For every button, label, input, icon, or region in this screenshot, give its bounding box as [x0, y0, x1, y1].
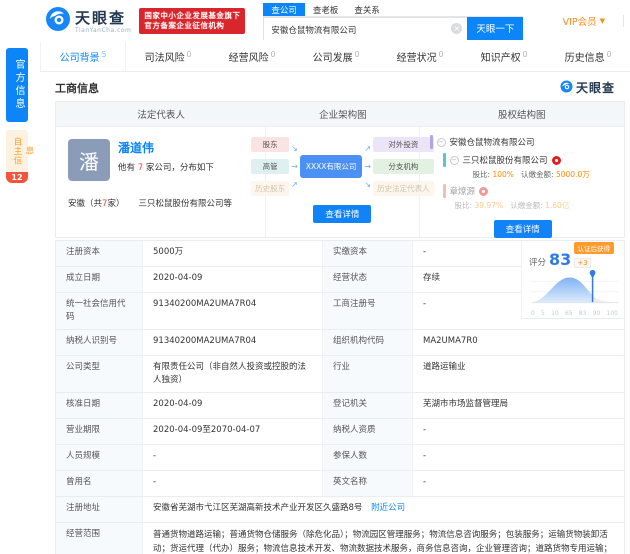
enterprise-structure-diagram: 股东 高管 历史股东 ↘ → ↗ XXXX有限公司 ↗ → — [266, 127, 419, 237]
search-tab-boss[interactable]: 查老板 — [305, 3, 347, 16]
score-delta: +3 — [574, 258, 590, 268]
registered-address: 安徽省芜湖市弋江区芜湖高新技术产业开发区久盛路8号 — [153, 503, 362, 513]
score-axis-ticks: 0510658390100 — [529, 310, 620, 317]
region-stat[interactable]: 安徽（共7家） — [68, 197, 124, 209]
side-tab-self-info[interactable]: 自主信息 — [6, 130, 28, 172]
table-row: 公司类型 有限责任公司（非自然人投资或控股的法人独资） 行业 道路运输业 — [56, 356, 624, 393]
chevron-down-icon: ▼ — [600, 17, 605, 25]
arrow-icon: ↘ — [364, 180, 371, 189]
floating-side-tabs: 官方信息 自主信息 12 — [6, 48, 28, 183]
company-logo-icon — [552, 156, 561, 165]
tab-intellectual-property[interactable]: 知识产权0 — [462, 42, 546, 71]
legal-representative-header: 法定代表人 — [56, 102, 266, 126]
tab-judicial-risk[interactable]: 司法风险0 — [126, 42, 210, 71]
equity-root-bar — [430, 135, 433, 149]
equity-structure-header: 股权结构图 — [420, 102, 624, 126]
tab-operating-risk[interactable]: 经营风险0 — [210, 42, 294, 71]
self-info-count-badge: 12 — [6, 172, 28, 183]
center-company-node[interactable]: XXXX有限公司 — [300, 155, 363, 178]
table-row: 核准日期 2020-04-09 登记机关 芜湖市市场监督管理局 — [56, 393, 624, 419]
node-executives[interactable]: 高管 — [251, 159, 289, 174]
company-score-card[interactable]: 认证后获得 评分 83 +3 — [521, 241, 624, 319]
registration-info-table: 注册资本 5000万 实缴资本 - 成立日期 2020-04-09 经营状态 存… — [55, 240, 625, 554]
top-bar: 天眼查 TianYanCha.com 国家中小企业发展基金旗下 官方备案企业征信… — [0, 0, 630, 42]
arrow-icon: ↗ — [291, 180, 298, 189]
legal-representative-card: 潘 潘道伟 他有 7 家公司，分布如下 安徽（共7家） 三只松鼠股份有限 — [56, 127, 266, 237]
collapse-icon[interactable]: − — [437, 138, 446, 147]
architecture-detail-button[interactable]: 查看详情 — [313, 205, 371, 223]
tab-history-info[interactable]: 历史信息0 — [546, 42, 630, 71]
nearby-companies-link[interactable]: 附近公司 — [371, 503, 405, 513]
collapse-icon[interactable]: − — [450, 156, 459, 165]
equity-child-bar — [443, 184, 446, 198]
shareholding-detail: 股比: 100% 认缴金额: 5000.0万 — [473, 169, 616, 180]
tab-operating-status[interactable]: 经营状况0 — [378, 42, 462, 71]
page: 天眼查 TianYanCha.com 国家中小企业发展基金旗下 官方备案企业征信… — [0, 0, 630, 554]
brand-name: 天眼查 — [75, 9, 126, 27]
table-row: 营业期限 2020-04-09至2070-04-07 纳税人资质 - — [56, 419, 624, 445]
node-historical-shareholders[interactable]: 历史股东 — [251, 181, 289, 196]
legal-rep-name-link[interactable]: 潘道伟 — [118, 139, 214, 156]
arrow-icon: ↘ — [291, 144, 298, 153]
table-row: 曾用名 - 英文名称 - — [56, 471, 624, 497]
clear-icon[interactable]: × — [451, 23, 462, 34]
search-tab-company[interactable]: 查公司 — [263, 3, 305, 16]
company-nav-tabs: 公司背景5 司法风险0 经营风险0 公司发展0 经营状况0 知识产权0 历史信息… — [40, 42, 630, 72]
avatar[interactable]: 潘 — [68, 139, 110, 181]
search-tab-relation[interactable]: 查关系 — [346, 3, 388, 16]
official-certification-badge: 国家中小企业发展基金旗下 官方备案企业征信机构 — [139, 8, 245, 34]
score-value: 83 — [549, 253, 571, 267]
tianyancha-logo[interactable]: 天眼查 TianYanCha.com — [45, 6, 131, 36]
search-area: 查公司 查老板 查关系 × 天眼一下 — [263, 3, 523, 40]
certify-badge: 认证后获得 — [574, 242, 615, 254]
main-content: 公司背景5 司法风险0 经营风险0 公司发展0 经营状况0 知识产权0 历史信息… — [40, 42, 630, 554]
arrow-icon: → — [291, 162, 298, 171]
shareholder-person[interactable]: 章燎源 — [450, 185, 476, 197]
side-tab-official-info[interactable]: 官方信息 — [6, 48, 28, 122]
business-info-panel: 法定代表人 企业架构图 股权结构图 潘 潘道伟 他有 7 家公司，分布如下 — [55, 101, 625, 238]
business-scope-row: 经营范围 普通货物道路运输；普通货物仓储服务（除危化品）；物流园区管理服务；物流… — [56, 523, 624, 554]
table-row: 人员规模 - 参保人数 - — [56, 445, 624, 471]
brand-domain: TianYanCha.com — [75, 27, 131, 34]
search-button[interactable]: 天眼一下 — [467, 17, 523, 40]
arrow-icon: ↗ — [364, 144, 371, 153]
equity-structure-diagram: − 安徽仓鼠物流有限公司 − 三只松鼠股份有限公司 股比: 100% — [420, 127, 624, 237]
tab-company-development[interactable]: 公司发展0 — [294, 42, 378, 71]
table-row: 纳税人识别号 91340200MA2UMA7R04 组织机构代码 MA2UMA7… — [56, 330, 624, 356]
tianyancha-watermark: 天眼查 — [560, 78, 615, 97]
node-shareholders[interactable]: 股东 — [251, 137, 289, 152]
equity-child-bar — [443, 153, 446, 167]
business-scope-text: 普通货物道路运输；普通货物仓储服务（除危化品）；物流园区管理服务；物流信息咨询服… — [143, 523, 624, 554]
tianyancha-watermark-icon — [560, 78, 573, 97]
company-count: 7 — [138, 163, 143, 173]
score-distribution-chart — [529, 268, 620, 310]
arrow-icon: → — [364, 162, 371, 171]
shareholding-detail: 股比: 39.97% 认缴金额: 1.60亿 — [455, 200, 616, 211]
legal-rep-desc: 他有 7 家公司，分布如下 — [118, 161, 214, 173]
company-logo-icon — [479, 187, 488, 196]
equity-root-company[interactable]: 安徽仓鼠物流有限公司 — [450, 136, 535, 148]
search-input[interactable] — [264, 19, 467, 40]
tab-company-background[interactable]: 公司背景5 — [40, 42, 126, 71]
tianyancha-logo-icon — [45, 6, 71, 36]
section-title: 工商信息 — [55, 80, 99, 96]
enterprise-structure-header: 企业架构图 — [266, 102, 419, 126]
address-row: 注册地址 安徽省芜湖市弋江区芜湖高新技术产业开发区久盛路8号 附近公司 — [56, 497, 624, 523]
vip-member-link[interactable]: VIP会员 ▼ — [563, 14, 605, 28]
related-company[interactable]: 三只松鼠股份有限公司等 — [138, 197, 232, 209]
equity-detail-button[interactable]: 查看详情 — [494, 220, 552, 238]
header-divider — [623, 15, 624, 27]
shareholder-company[interactable]: 三只松鼠股份有限公司 — [463, 154, 548, 166]
